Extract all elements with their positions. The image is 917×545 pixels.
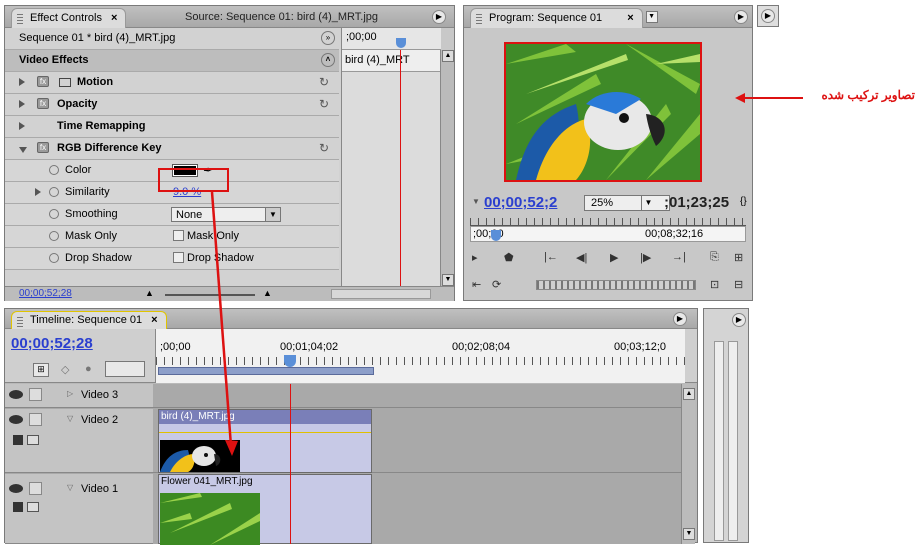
connector-arrow: [210, 191, 238, 456]
